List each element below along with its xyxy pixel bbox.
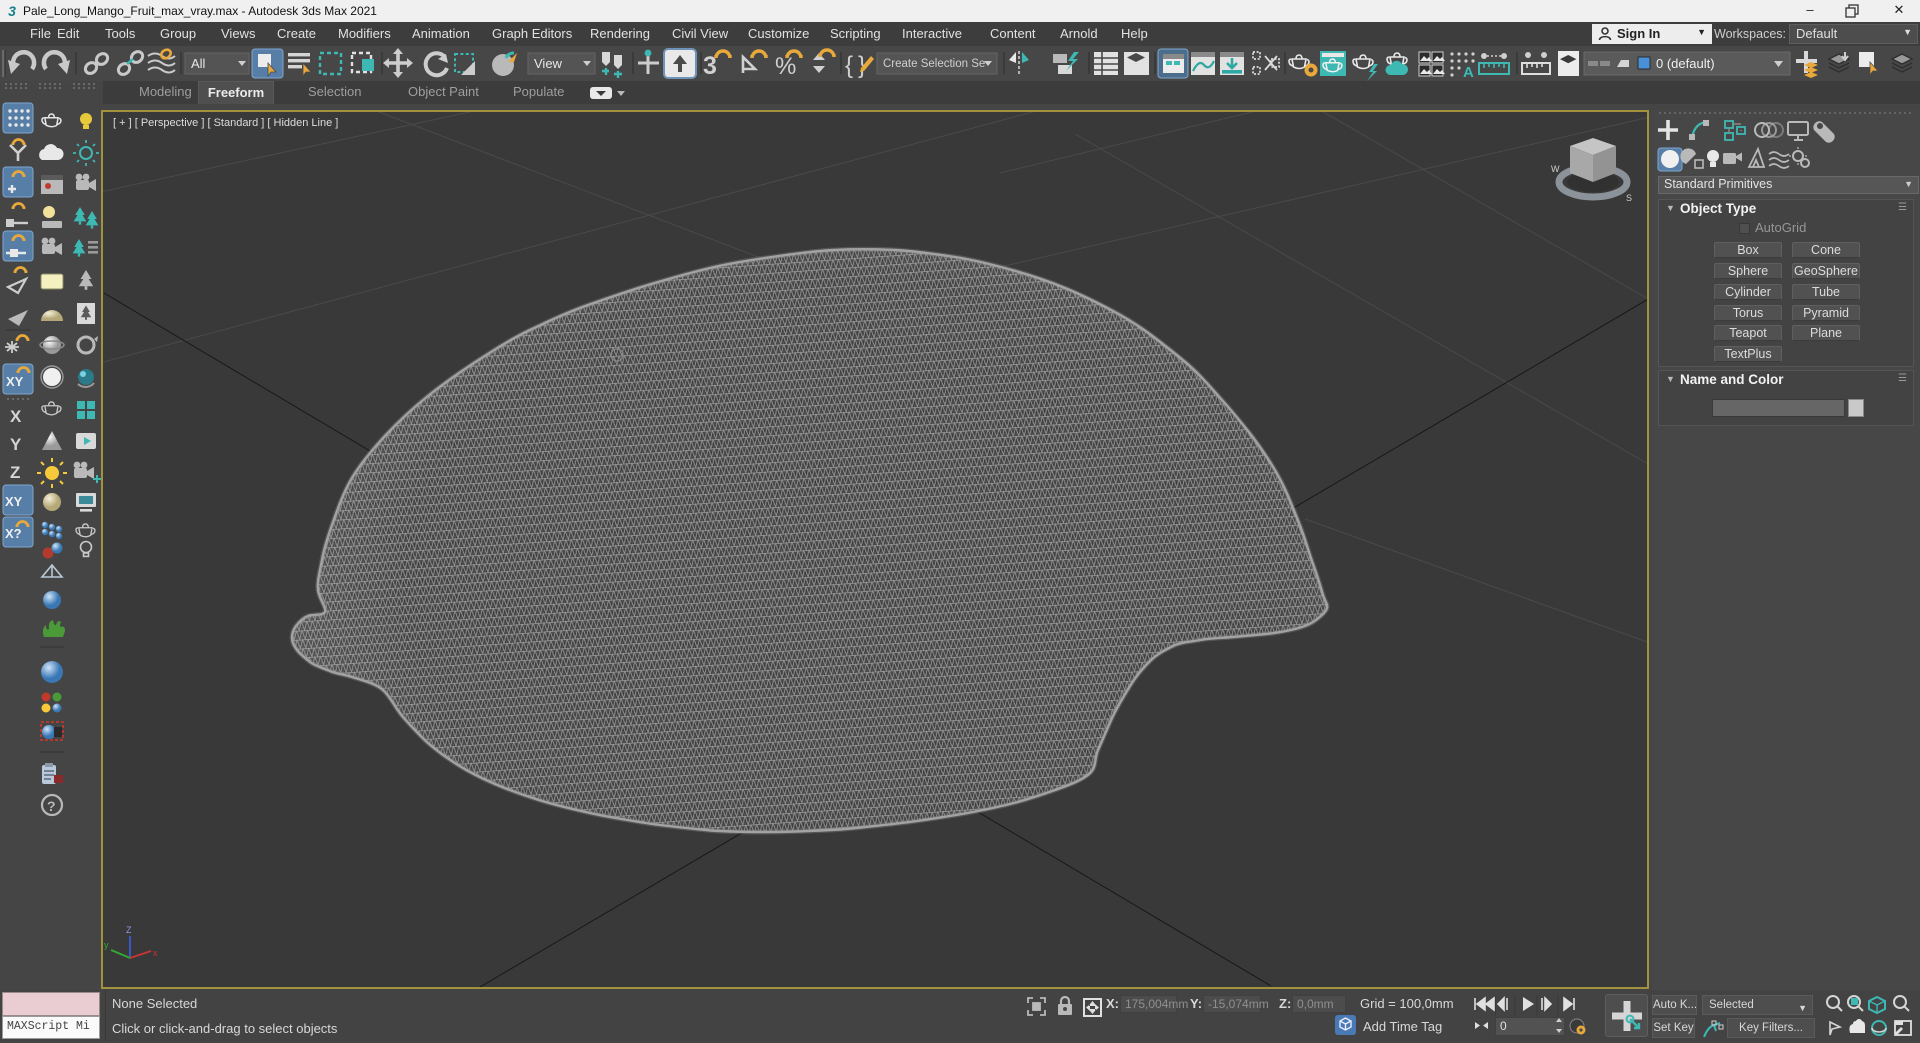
- svg-text:Z: Z: [10, 463, 20, 482]
- svg-text:y: y: [104, 940, 109, 950]
- svg-text:x: x: [153, 948, 158, 958]
- svg-text:Z: Z: [126, 925, 132, 935]
- svg-text:View: View: [534, 56, 563, 71]
- svg-text:3: 3: [8, 3, 16, 19]
- svg-text:S: S: [1626, 193, 1632, 203]
- svg-text:Y: Y: [10, 435, 22, 454]
- svg-text:W: W: [1551, 164, 1560, 174]
- svg-text:A: A: [1463, 64, 1474, 81]
- svg-text:All: All: [191, 56, 206, 71]
- svg-text:X?: X?: [5, 526, 22, 541]
- svg-text:X: X: [10, 407, 22, 426]
- svg-text:{: {: [845, 52, 853, 79]
- svg-text:XY: XY: [6, 374, 24, 389]
- svg-text:Create Selection Se: Create Selection Se: [883, 58, 985, 70]
- svg-text:?: ?: [47, 798, 56, 814]
- svg-text:XY: XY: [5, 494, 23, 509]
- svg-text:0 (default): 0 (default): [1656, 56, 1715, 71]
